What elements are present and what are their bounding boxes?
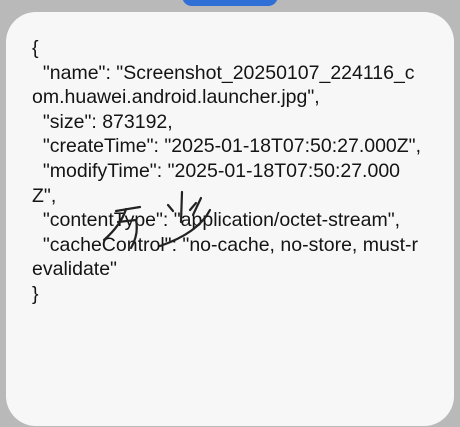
handwritten-annotation[interactable] xyxy=(0,0,460,427)
